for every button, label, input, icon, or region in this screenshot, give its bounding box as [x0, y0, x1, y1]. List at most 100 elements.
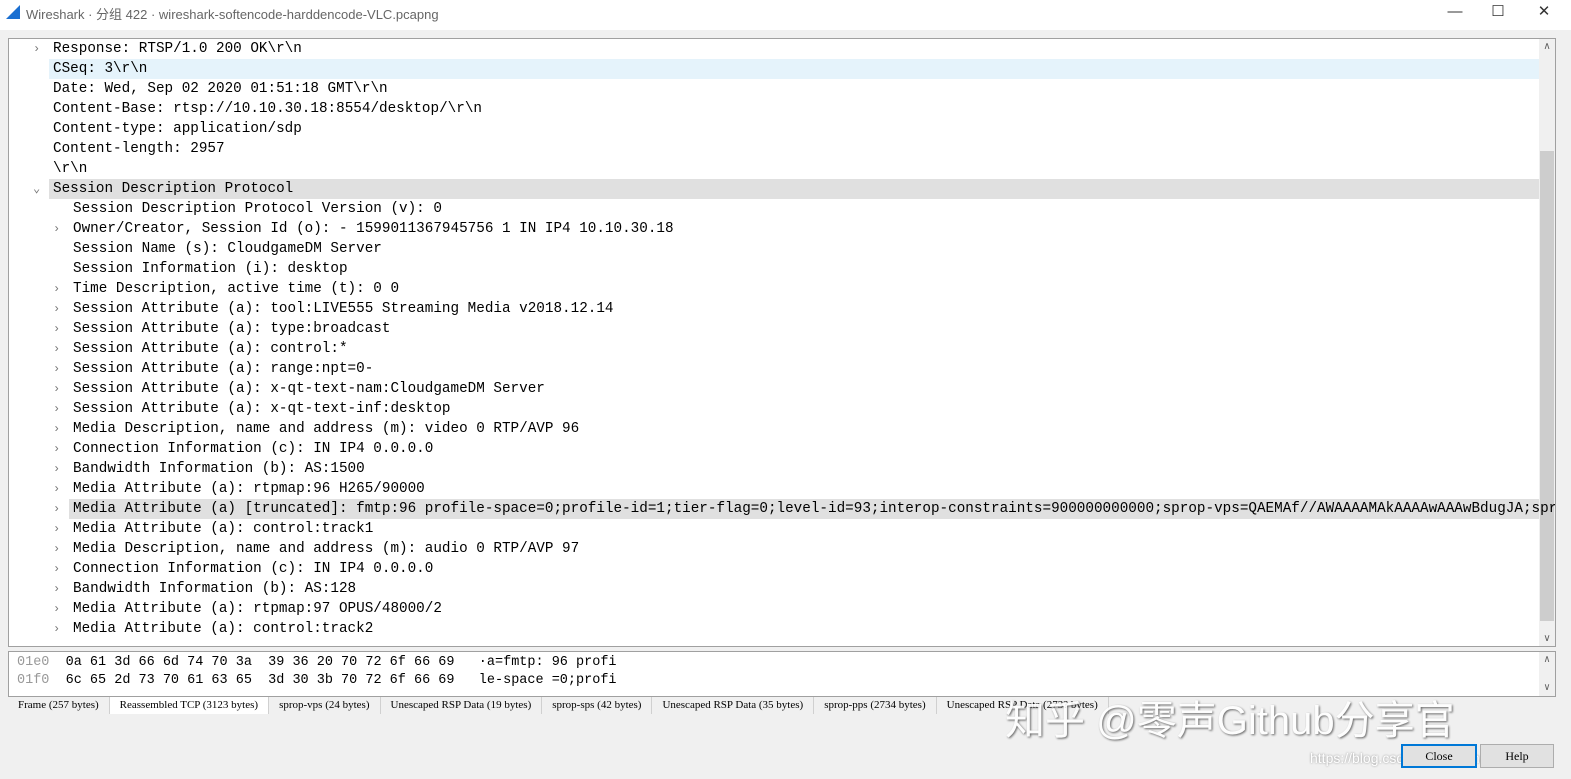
tree-item[interactable]: Content-Base: rtsp://10.10.30.18:8554/de…	[49, 99, 1539, 119]
wireshark-logo-icon	[6, 5, 20, 19]
tree-item-label: Media Description, name and address (m):…	[73, 541, 580, 557]
tree-item[interactable]: › Connection Information (c): IN IP4 0.0.…	[53, 559, 1539, 579]
tree-item[interactable]: Date: Wed, Sep 02 2020 01:51:18 GMT\r\n	[49, 79, 1539, 99]
chevron-right-icon[interactable]: ›	[53, 459, 60, 479]
tree-item[interactable]: › Session Attribute (a): control:*	[53, 339, 1539, 359]
tree-item[interactable]: › Session Attribute (a): x-qt-text-nam:Cl…	[53, 379, 1539, 399]
tree-item-label: Response: RTSP/1.0 200 OK\r\n	[53, 41, 302, 57]
scroll-down-icon[interactable]: ∨	[1539, 633, 1555, 644]
chevron-right-icon[interactable]: ›	[53, 499, 60, 519]
tree-item-label: Session Attribute (a): control:*	[73, 341, 348, 357]
maximize-button[interactable]: ☐	[1478, 2, 1518, 24]
chevron-right-icon[interactable]: ›	[53, 539, 60, 559]
tree-item[interactable]: › Media Attribute (a): rtpmap:97 OPUS/480…	[53, 599, 1539, 619]
tree-item[interactable]: › Owner/Creator, Session Id (o): - 159901…	[53, 219, 1539, 239]
tree-item[interactable]: › Media Description, name and address (m)…	[53, 539, 1539, 559]
tree-item[interactable]: Session Information (i): desktop	[69, 259, 1539, 279]
hex-line: 01f0 6c 65 2d 73 70 61 63 65 3d 30 3b 70…	[17, 673, 617, 688]
chevron-right-icon[interactable]: ›	[53, 439, 60, 459]
byte-source-tabs: Frame (257 bytes) Reassembled TCP (3123 b…	[8, 697, 1109, 715]
tree-item-label: Session Attribute (a): x-qt-text-nam:Clo…	[73, 381, 545, 397]
tree-item-label: Content-type: application/sdp	[53, 121, 302, 137]
tree-item-label: Content-length: 2957	[53, 141, 225, 157]
chevron-right-icon[interactable]: ›	[53, 299, 60, 319]
packet-details-tree[interactable]: ∧ ∨ › Response: RTSP/1.0 200 OK\r\n CSeq: …	[8, 38, 1556, 647]
tree-item[interactable]: \r\n	[49, 159, 1539, 179]
chevron-right-icon[interactable]: ›	[33, 39, 40, 59]
tree-item[interactable]: › Bandwidth Information (b): AS:1500	[53, 459, 1539, 479]
byte-tab[interactable]: Frame (257 bytes)	[8, 697, 110, 714]
chevron-right-icon[interactable]: ›	[53, 519, 60, 539]
byte-tab[interactable]: sprop-sps (42 bytes)	[542, 697, 653, 714]
hex-scrollbar[interactable]: ∧ ∨	[1539, 652, 1555, 696]
chevron-right-icon[interactable]: ›	[53, 579, 60, 599]
tree-item[interactable]: › Bandwidth Information (b): AS:128	[53, 579, 1539, 599]
tree-scrollbar[interactable]: ∧ ∨	[1539, 39, 1555, 646]
scroll-up-icon[interactable]: ∧	[1539, 41, 1555, 52]
chevron-right-icon[interactable]: ›	[53, 419, 60, 439]
tree-item-label: Media Description, name and address (m):…	[73, 421, 580, 437]
chevron-right-icon[interactable]: ›	[53, 319, 60, 339]
chevron-down-icon[interactable]: ⌄	[33, 179, 40, 199]
tree-item-label: Media Attribute (a): control:track2	[73, 621, 374, 637]
byte-tab[interactable]: Unescaped RSP Data (19 bytes)	[381, 697, 543, 714]
tree-item[interactable]: › Session Attribute (a): x-qt-text-inf:de…	[53, 399, 1539, 419]
tree-item-label: Connection Information (c): IN IP4 0.0.0…	[73, 561, 434, 577]
tree-item[interactable]: › Session Attribute (a): tool:LIVE555 Str…	[53, 299, 1539, 319]
close-window-button[interactable]: ✕	[1524, 2, 1564, 24]
byte-tab[interactable]: sprop-pps (2734 bytes)	[814, 697, 937, 714]
tree-item[interactable]: › Media Attribute (a) [truncated]: fmtp:9…	[53, 499, 1555, 519]
scroll-up-icon[interactable]: ∧	[1539, 654, 1555, 666]
chevron-right-icon[interactable]: ›	[53, 599, 60, 619]
tree-item[interactable]: CSeq: 3\r\n	[49, 59, 1539, 79]
chevron-right-icon[interactable]: ›	[53, 399, 60, 419]
minimize-button[interactable]: —	[1435, 2, 1475, 24]
chevron-right-icon[interactable]: ›	[53, 339, 60, 359]
tree-item[interactable]: › Session Attribute (a): type:broadcast	[53, 319, 1539, 339]
tree-item[interactable]: ⌄ Session Description Protocol	[33, 179, 1539, 199]
tree-item[interactable]: Content-length: 2957	[49, 139, 1539, 159]
tree-item[interactable]: Session Description Protocol Version (v)…	[69, 199, 1539, 219]
tree-item-label: Session Name (s): CloudgameDM Server	[73, 241, 382, 257]
chevron-right-icon[interactable]: ›	[53, 559, 60, 579]
tree-item[interactable]: › Connection Information (c): IN IP4 0.0.…	[53, 439, 1539, 459]
help-button[interactable]: Help	[1480, 744, 1554, 768]
tree-item-label: Content-Base: rtsp://10.10.30.18:8554/de…	[53, 101, 482, 117]
chevron-right-icon[interactable]: ›	[53, 219, 60, 239]
tree-item[interactable]: › Media Attribute (a): control:track2	[53, 619, 1539, 639]
chevron-right-icon[interactable]: ›	[53, 359, 60, 379]
tree-item[interactable]: Session Name (s): CloudgameDM Server	[69, 239, 1539, 259]
tree-item-label: Time Description, active time (t): 0 0	[73, 281, 400, 297]
tree-item-label: Media Attribute (a) [truncated]: fmtp:96…	[73, 501, 1556, 517]
byte-tab[interactable]: sprop-vps (24 bytes)	[269, 697, 381, 714]
close-button[interactable]: Close	[1401, 744, 1477, 768]
tree-item-label: Session Attribute (a): x-qt-text-inf:des…	[73, 401, 451, 417]
title-bar: Wireshark · 分组 422 · wireshark-softencod…	[0, 0, 1571, 30]
tree-item-label: Media Attribute (a): control:track1	[73, 521, 374, 537]
tree-item-label: Session Information (i): desktop	[73, 261, 348, 277]
tree-item[interactable]: › Response: RTSP/1.0 200 OK\r\n	[33, 39, 1539, 59]
tree-item[interactable]: Content-type: application/sdp	[49, 119, 1539, 139]
byte-tab[interactable]: Unescaped RSP Data (35 bytes)	[652, 697, 815, 714]
tree-item-label: Session Attribute (a): type:broadcast	[73, 321, 391, 337]
tree-item-label: Session Description Protocol	[53, 181, 294, 197]
tree-item-label: Bandwidth Information (b): AS:1500	[73, 461, 365, 477]
tree-item-label: Connection Information (c): IN IP4 0.0.0…	[73, 441, 434, 457]
tree-item[interactable]: › Media Attribute (a): control:track1	[53, 519, 1539, 539]
tree-item[interactable]: › Media Attribute (a): rtpmap:96 H265/900…	[53, 479, 1539, 499]
tree-item[interactable]: › Media Description, name and address (m)…	[53, 419, 1539, 439]
tree-item[interactable]: › Session Attribute (a): range:npt=0-	[53, 359, 1539, 379]
scroll-down-icon[interactable]: ∨	[1539, 682, 1555, 694]
scroll-thumb[interactable]	[1540, 151, 1554, 621]
watermark: 知乎 @零声Github分享官	[1005, 699, 1455, 743]
chevron-right-icon[interactable]: ›	[53, 379, 60, 399]
chevron-right-icon[interactable]: ›	[53, 279, 60, 299]
byte-tab[interactable]: Reassembled TCP (3123 bytes)	[109, 697, 270, 714]
chevron-right-icon[interactable]: ›	[53, 619, 60, 639]
tree-item-label: Media Attribute (a): rtpmap:97 OPUS/4800…	[73, 601, 442, 617]
tree-item[interactable]: › Time Description, active time (t): 0 0	[53, 279, 1539, 299]
tree-item-label: Media Attribute (a): rtpmap:96 H265/9000…	[73, 481, 425, 497]
tree-item-label: Session Description Protocol Version (v)…	[73, 201, 442, 217]
tree-item-label: Bandwidth Information (b): AS:128	[73, 581, 357, 597]
chevron-right-icon[interactable]: ›	[53, 479, 60, 499]
